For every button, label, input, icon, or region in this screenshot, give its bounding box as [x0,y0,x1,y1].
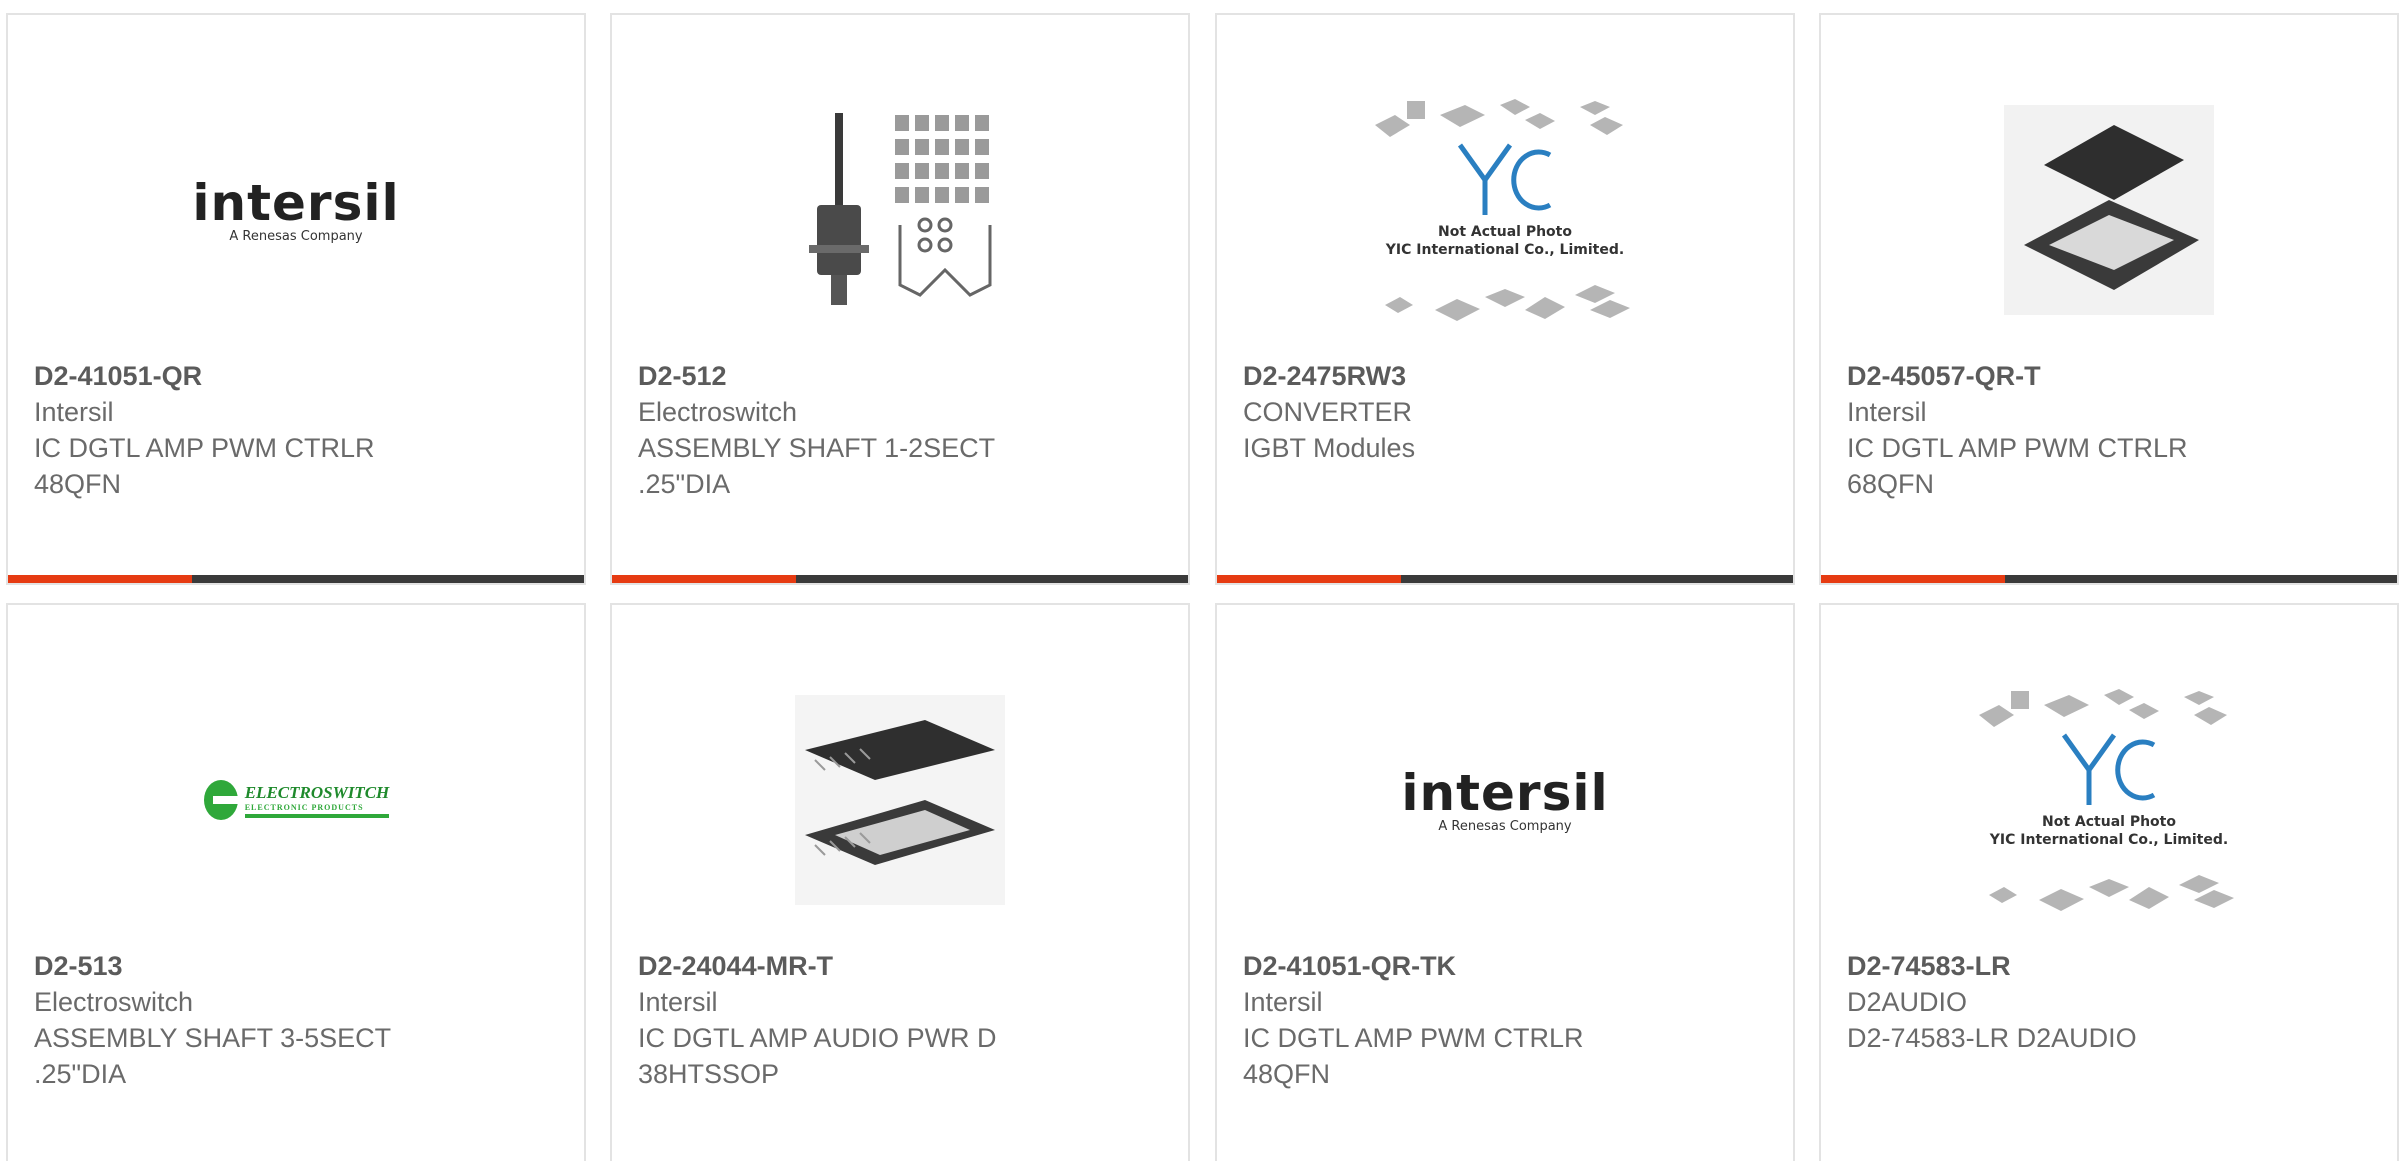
description: IGBT Modules [1243,433,1416,463]
product-card[interactable]: Not Actual Photo YIC International Co., … [1819,603,2399,1161]
manufacturer: Electroswitch [638,397,798,427]
description-line2: .25"DIA [34,1059,127,1089]
electroswitch-logo: ELECTROSWITCH ELECTRONIC PRODUCTS [203,779,390,821]
description: D2-74583-LR D2AUDIO [1847,1023,2137,1053]
part-number[interactable]: D2-74583-LR [1847,948,2377,984]
part-number[interactable]: D2-45057-QR-T [1847,358,2377,394]
product-card[interactable]: intersil A Renesas Company D2-41051-QR I… [6,13,586,585]
card-bottom-bar [8,575,584,583]
manufacturer: CONVERTER [1243,397,1413,427]
rotary-switch-kit-icon [809,113,992,305]
product-info: D2-41051-QR-TK Intersil IC DGTL AMP PWM … [1243,948,1773,1092]
card-accent [612,575,796,583]
product-image[interactable] [612,75,1188,345]
description: IC DGTL AMP PWM CTRLR [1243,1023,1584,1053]
manufacturer: D2AUDIO [1847,987,1968,1017]
product-card[interactable]: D2-24044-MR-T Intersil IC DGTL AMP AUDIO… [610,603,1190,1161]
chip-packages-icon [1375,99,1630,321]
description: IC DGTL AMP PWM CTRLR [1847,433,2188,463]
yic-placeholder: Not Actual Photo YIC International Co., … [1969,675,2249,925]
description-line2: 48QFN [34,469,122,499]
product-info: D2-74583-LR D2AUDIO D2-74583-LR D2AUDIO [1847,948,2377,1056]
product-card[interactable]: D2-512 Electroswitch ASSEMBLY SHAFT 1-2S… [610,13,1190,585]
part-number[interactable]: D2-41051-QR [34,358,564,394]
product-image[interactable]: ELECTROSWITCH ELECTRONIC PRODUCTS [8,665,584,935]
card-bottom-bar [1217,575,1793,583]
intersil-logo: intersil A Renesas Company [192,173,400,244]
intersil-logo: intersil A Renesas Company [1401,763,1609,834]
description: IC DGTL AMP AUDIO PWR D [638,1023,997,1053]
manufacturer: Intersil [1243,987,1323,1017]
product-info: D2-2475RW3 CONVERTER IGBT Modules [1243,358,1773,466]
product-image[interactable]: Not Actual Photo YIC International Co., … [1217,75,1793,345]
product-grid: intersil A Renesas Company D2-41051-QR I… [0,0,2400,1161]
product-image[interactable]: intersil A Renesas Company [1217,665,1793,935]
card-accent [8,575,192,583]
part-number[interactable]: D2-2475RW3 [1243,358,1773,394]
manufacturer: Intersil [638,987,718,1017]
description-line2: 38HTSSOP [638,1059,780,1089]
product-image[interactable] [1821,75,2397,345]
description-line2: 68QFN [1847,469,1935,499]
yic-caption: Not Actual Photo YIC International Co., … [1989,814,2229,848]
card-accent [1821,575,2005,583]
qfn-chip-icon [2004,105,2214,315]
product-info: D2-512 Electroswitch ASSEMBLY SHAFT 1-2S… [638,358,1168,502]
product-info: D2-45057-QR-T Intersil IC DGTL AMP PWM C… [1847,358,2377,502]
part-number[interactable]: D2-24044-MR-T [638,948,1168,984]
card-bottom-bar [612,575,1188,583]
description: ASSEMBLY SHAFT 3-5SECT [34,1023,392,1053]
product-image[interactable]: Not Actual Photo YIC International Co., … [1821,665,2397,935]
product-info: D2-41051-QR Intersil IC DGTL AMP PWM CTR… [34,358,564,502]
description: ASSEMBLY SHAFT 1-2SECT [638,433,996,463]
part-number[interactable]: D2-513 [34,948,564,984]
htssop-chip-icon [795,695,1005,905]
product-image[interactable]: intersil A Renesas Company [8,75,584,345]
part-number[interactable]: D2-41051-QR-TK [1243,948,1773,984]
manufacturer: Electroswitch [34,987,194,1017]
card-accent [1217,575,1401,583]
product-card[interactable]: intersil A Renesas Company D2-41051-QR-T… [1215,603,1795,1161]
manufacturer: Intersil [34,397,114,427]
product-info: D2-513 Electroswitch ASSEMBLY SHAFT 3-5S… [34,948,564,1092]
product-card[interactable]: ELECTROSWITCH ELECTRONIC PRODUCTS D2-513… [6,603,586,1161]
product-image[interactable] [612,665,1188,935]
product-card[interactable]: D2-45057-QR-T Intersil IC DGTL AMP PWM C… [1819,13,2399,585]
product-info: D2-24044-MR-T Intersil IC DGTL AMP AUDIO… [638,948,1168,1092]
product-card[interactable]: Not Actual Photo YIC International Co., … [1215,13,1795,585]
electroswitch-mark-icon [203,780,239,820]
chip-packages-icon [1979,689,2234,911]
description: IC DGTL AMP PWM CTRLR [34,433,375,463]
description-line2: 48QFN [1243,1059,1331,1089]
description-line2: .25"DIA [638,469,731,499]
yic-placeholder: Not Actual Photo YIC International Co., … [1365,85,1645,335]
card-bottom-bar [1821,575,2397,583]
manufacturer: Intersil [1847,397,1927,427]
yic-caption: Not Actual Photo YIC International Co., … [1385,224,1625,258]
part-number[interactable]: D2-512 [638,358,1168,394]
